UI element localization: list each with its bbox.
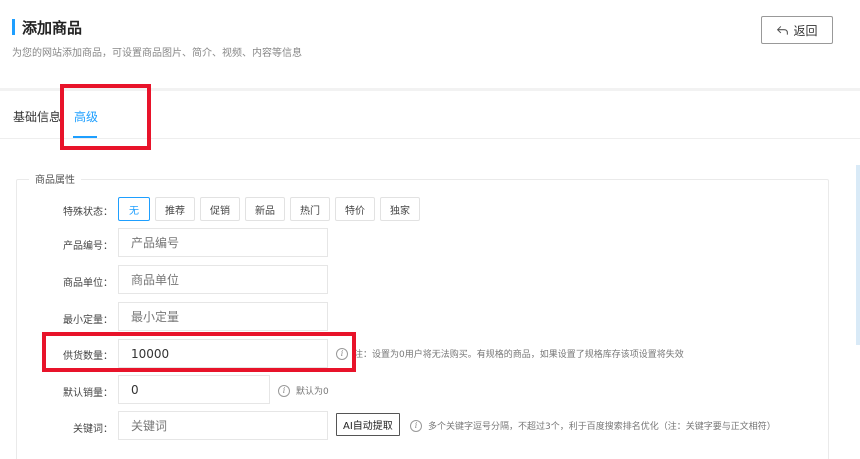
default-sales-hint-text: 默认为0	[296, 387, 329, 397]
status-option-exclusive[interactable]: 独家	[380, 197, 420, 221]
back-arrow-icon	[777, 25, 789, 35]
ai-extract-button[interactable]: AI自动提取	[336, 413, 400, 436]
page-header: 添加商品 为您的网站添加商品，可设置商品图片、简介、视频、内容等信息 返回	[0, 0, 860, 88]
info-icon: i	[278, 384, 290, 397]
default-sales-label: 默认销量：	[63, 388, 113, 399]
keywords-hint-text: 多个关键字逗号分隔，不超过3个，利于百度搜索排名优化（注：关键字要与正文相符）	[428, 422, 776, 432]
tab-bar: 基础信息 高级	[0, 91, 860, 139]
min-qty-input[interactable]: 最小定量	[118, 302, 328, 331]
page-title: 添加商品	[22, 19, 83, 37]
supply-qty-input[interactable]: 10000	[118, 339, 328, 368]
min-qty-label: 最小定量：	[63, 315, 113, 326]
unit-input[interactable]: 商品单位	[118, 265, 328, 294]
info-icon: i	[336, 347, 348, 360]
back-button-label: 返回	[793, 23, 818, 38]
title-accent-bar	[12, 19, 15, 35]
active-tab-indicator	[73, 136, 97, 138]
status-options: 无 推荐 促销 新品 热门 特价 独家	[118, 197, 420, 221]
default-sales-input[interactable]: 0	[118, 375, 270, 404]
default-sales-hint: i 默认为0	[278, 384, 329, 397]
fieldset-legend: 商品属性	[29, 171, 81, 186]
status-label: 特殊状态：	[63, 207, 113, 218]
keywords-input[interactable]: 关键词	[118, 411, 328, 440]
back-button[interactable]: 返回	[761, 16, 833, 44]
keywords-label: 关键词：	[73, 424, 113, 435]
page: 添加商品 为您的网站添加商品，可设置商品图片、简介、视频、内容等信息 返回 基础…	[0, 0, 860, 459]
supply-qty-hint: i 注：设置为0用户将无法购买。有规格的商品，如果设置了规格库存该项设置将失效	[336, 347, 684, 360]
supply-qty-hint-text: 注：设置为0用户将无法购买。有规格的商品，如果设置了规格库存该项设置将失效	[354, 350, 684, 360]
tab-basic-info[interactable]: 基础信息	[13, 108, 61, 125]
tab-advanced[interactable]: 高级	[74, 108, 98, 125]
scrollbar-strip[interactable]	[856, 165, 860, 345]
status-option-special-price[interactable]: 特价	[335, 197, 375, 221]
product-code-label: 产品编号：	[63, 241, 113, 252]
tab-content-spacer	[0, 140, 860, 165]
info-icon: i	[410, 419, 422, 432]
status-option-promo[interactable]: 促销	[200, 197, 240, 221]
status-option-recommend[interactable]: 推荐	[155, 197, 195, 221]
status-option-hot[interactable]: 热门	[290, 197, 330, 221]
status-option-none[interactable]: 无	[118, 197, 150, 221]
product-code-input[interactable]: 产品编号	[118, 228, 328, 257]
page-subtitle: 为您的网站添加商品，可设置商品图片、简介、视频、内容等信息	[12, 48, 302, 59]
status-option-new[interactable]: 新品	[245, 197, 285, 221]
unit-label: 商品单位：	[63, 278, 113, 289]
supply-qty-label: 供货数量：	[63, 351, 113, 362]
keywords-hint: i 多个关键字逗号分隔，不超过3个，利于百度搜索排名优化（注：关键字要与正文相符…	[410, 419, 776, 432]
